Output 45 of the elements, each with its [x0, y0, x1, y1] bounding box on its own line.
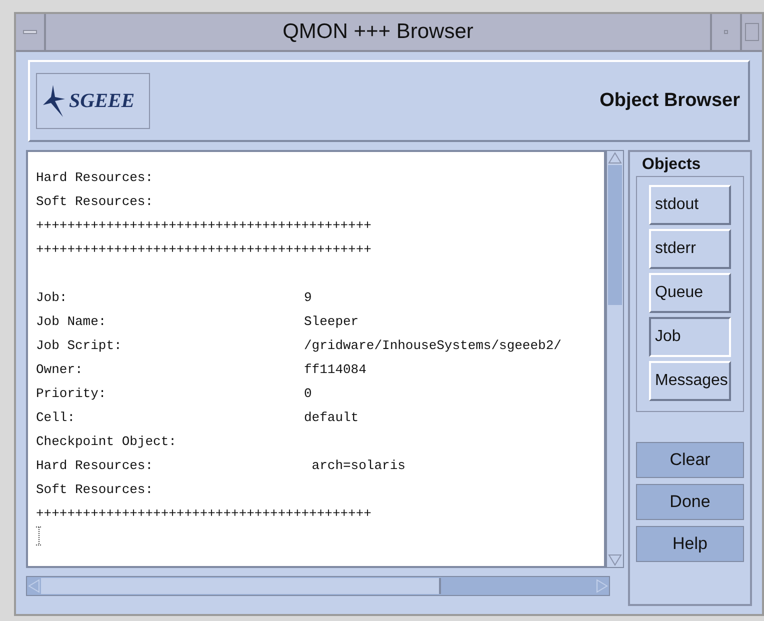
field-value: /gridware/InhouseSystems/sgeeeb2/: [304, 337, 562, 356]
separator-line: +++++++++++++++++++++++++++++++++++++++++++: [36, 241, 372, 260]
vertical-scrollbar[interactable]: [606, 150, 624, 568]
field-label: Soft Resources:: [36, 193, 154, 212]
separator-line: +++++++++++++++++++++++++++++++++++++++++++: [36, 217, 372, 236]
field-label: Job Name:: [36, 313, 108, 332]
field-value: 0: [304, 385, 312, 404]
action-button[interactable]: Clear: [636, 442, 744, 478]
object-button[interactable]: stderr: [649, 229, 731, 269]
field-label: Job Script:: [36, 337, 123, 356]
field-label: Owner:: [36, 361, 84, 380]
separator-line: +++++++++++++++++++++++++++++++++++++++++++: [36, 505, 372, 524]
object-button[interactable]: Queue: [649, 273, 731, 313]
action-button[interactable]: Done: [636, 484, 744, 520]
window-title: QMON +++ Browser: [282, 19, 474, 46]
scrollbar-thumb[interactable]: [608, 165, 622, 305]
object-button[interactable]: Messages: [649, 361, 731, 401]
scroll-left-icon[interactable]: [27, 578, 41, 594]
scroll-up-icon[interactable]: [607, 151, 623, 165]
field-label: Priority:: [36, 385, 108, 404]
object-button[interactable]: stdout: [649, 185, 731, 225]
field-value: Sleeper: [304, 313, 359, 332]
header-title: Object Browser: [600, 88, 740, 113]
field-label: Job:: [36, 289, 68, 308]
scroll-down-icon[interactable]: [607, 553, 623, 567]
bird-icon: [41, 85, 67, 117]
field-label: Cell:: [36, 409, 76, 428]
output-text-area[interactable]: [26, 150, 606, 568]
object-button[interactable]: Job: [649, 317, 731, 357]
field-value: arch=solaris: [310, 457, 406, 476]
field-label: Soft Resources:: [36, 481, 154, 500]
text-cursor-icon: [36, 526, 42, 546]
field-label: Checkpoint Object:: [36, 433, 178, 452]
field-label: Hard Resources:: [36, 169, 154, 188]
objects-title: Objects: [642, 156, 702, 174]
logo-text: SGEEE: [69, 89, 135, 114]
field-value: ff114084: [304, 361, 366, 380]
field-label: Hard Resources:: [36, 457, 154, 476]
scroll-right-icon[interactable]: [595, 578, 609, 594]
action-button[interactable]: Help: [636, 526, 744, 562]
maximize-icon[interactable]: [740, 14, 762, 50]
scrollbar-thumb[interactable]: [41, 578, 441, 594]
field-value: 9: [304, 289, 312, 308]
horizontal-scrollbar[interactable]: [26, 576, 610, 596]
field-value: default: [304, 409, 359, 428]
